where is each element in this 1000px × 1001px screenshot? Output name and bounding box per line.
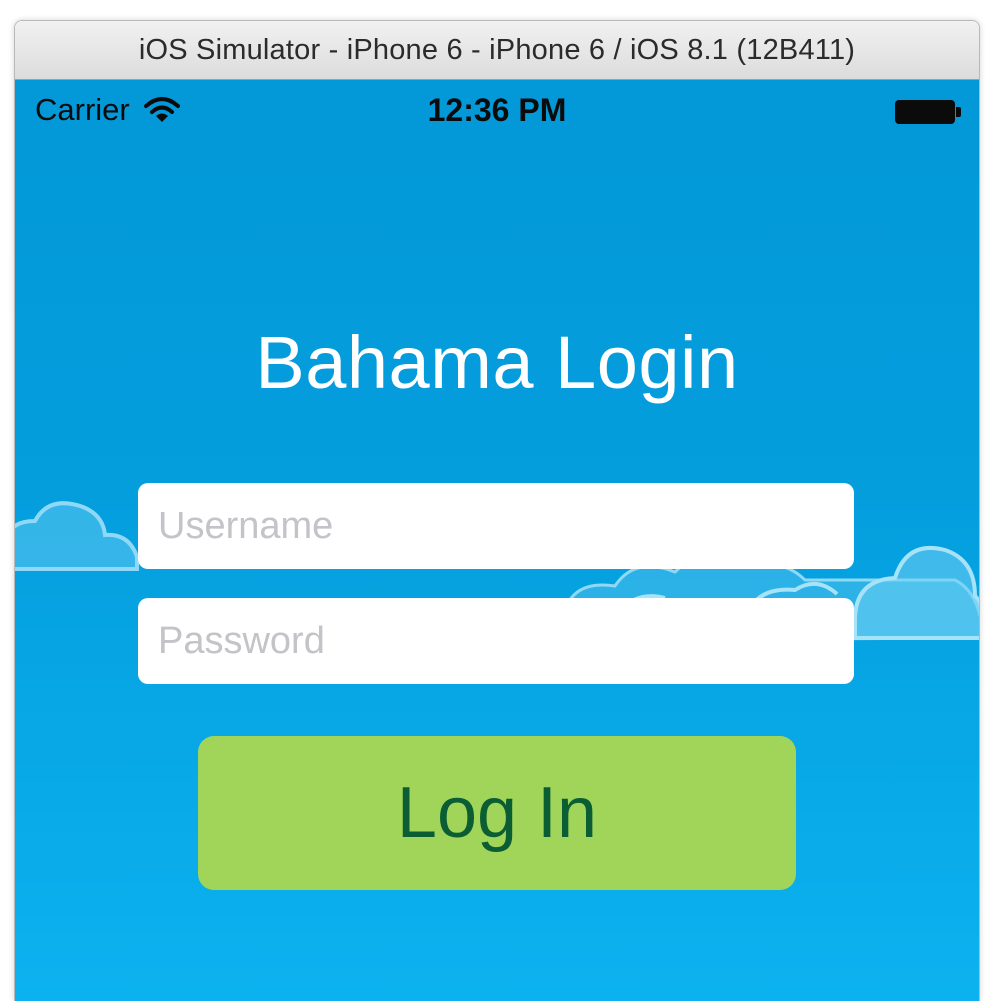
simulator-window: iOS Simulator - iPhone 6 - iPhone 6 / iO… (14, 20, 980, 1001)
device-screen: Carrier 12:36 PM Bahama Login Username L… (15, 80, 979, 1001)
battery-icon (895, 100, 961, 124)
cloud-left-decoration (15, 501, 139, 571)
login-button-label: Log In (396, 773, 598, 853)
window-titlebar[interactable]: iOS Simulator - iPhone 6 - iPhone 6 / iO… (15, 21, 979, 80)
login-button[interactable]: Log In (198, 736, 796, 890)
window-title: iOS Simulator - iPhone 6 - iPhone 6 / iO… (138, 33, 856, 66)
username-field[interactable] (138, 483, 854, 569)
password-field[interactable] (138, 598, 854, 684)
status-time: 12:36 PM (427, 92, 567, 128)
battery-tip (956, 107, 961, 117)
status-bar: Carrier 12:36 PM (15, 80, 979, 144)
login-heading: Bahama Login (255, 321, 739, 404)
battery-fill (895, 100, 955, 124)
